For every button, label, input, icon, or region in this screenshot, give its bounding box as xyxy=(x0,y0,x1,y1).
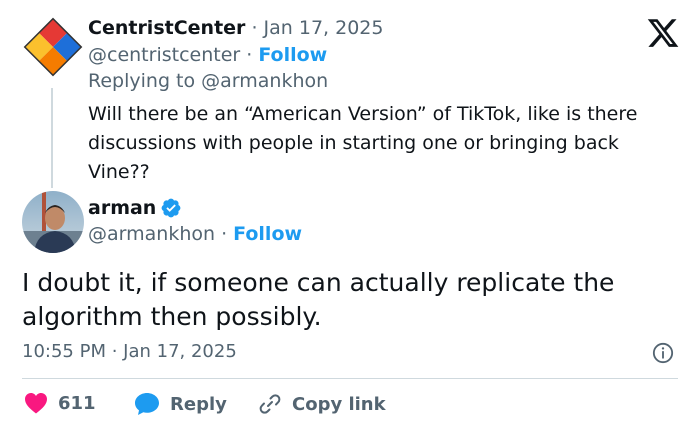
avatar[interactable] xyxy=(22,191,84,253)
reply-handle-row: @centristcenter · Follow xyxy=(88,44,327,66)
replying-to: Replying to @armankhon xyxy=(88,70,328,92)
divider xyxy=(22,378,678,379)
like-button[interactable]: 611 xyxy=(24,392,96,414)
centristcenter-logo xyxy=(22,16,84,78)
main-tweet-text: I doubt it, if someone can actually repl… xyxy=(22,268,615,331)
thread-connector xyxy=(51,88,53,188)
display-name[interactable]: arman xyxy=(88,197,156,219)
x-logo-icon[interactable] xyxy=(646,16,680,50)
avatar[interactable] xyxy=(22,16,84,78)
follow-button[interactable]: Follow xyxy=(233,223,302,245)
main-header: arman xyxy=(88,197,182,219)
replying-handle[interactable]: @armankhon xyxy=(201,70,328,92)
arman-avatar-photo xyxy=(22,191,84,253)
main-handle-row: @armankhon · Follow xyxy=(88,223,302,245)
handle[interactable]: @centristcenter xyxy=(88,44,240,66)
separator: · xyxy=(245,17,264,39)
reply-button[interactable]: Reply xyxy=(134,392,227,416)
copy-link-button[interactable]: Copy link xyxy=(258,392,386,416)
like-count: 611 xyxy=(58,392,96,414)
tweet-date[interactable]: Jan 17, 2025 xyxy=(264,17,384,39)
handle[interactable]: @armankhon xyxy=(88,223,215,245)
link-icon xyxy=(259,394,281,414)
verified-badge-icon[interactable] xyxy=(160,197,182,219)
separator: · xyxy=(240,44,259,66)
tweet-timestamp[interactable]: 10:55 PM · Jan 17, 2025 xyxy=(22,341,237,362)
separator: · xyxy=(215,223,234,245)
replying-prefix: Replying to xyxy=(88,70,202,92)
follow-button[interactable]: Follow xyxy=(258,44,327,66)
heart-icon xyxy=(25,393,47,414)
reply-header: CentristCenter · Jan 17, 2025 xyxy=(88,17,383,39)
reply-tweet-text: Will there be an “American Version” of T… xyxy=(88,103,638,183)
reply-bubble-icon xyxy=(135,393,159,415)
info-icon[interactable] xyxy=(652,342,674,364)
display-name[interactable]: CentristCenter xyxy=(88,17,245,39)
reply-label: Reply xyxy=(170,393,227,415)
copy-link-label: Copy link xyxy=(292,393,386,415)
